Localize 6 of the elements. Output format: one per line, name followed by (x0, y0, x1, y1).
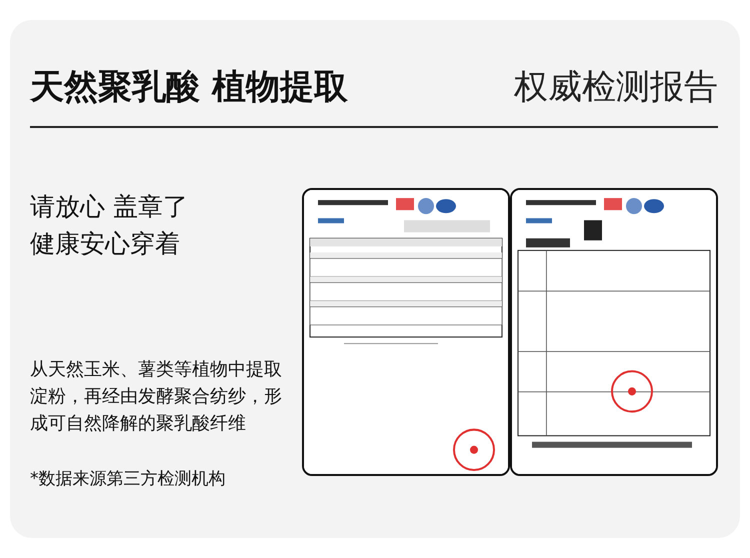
page-subtitle: 权威检测报告 (514, 66, 718, 109)
description: 从天然玉米、薯类等植物中提取淀粉，再经由发酵聚合纺纱，形成可自然降解的聚乳酸纤维 (30, 358, 283, 436)
page-title: 天然聚乳酸 植物提取 (30, 66, 348, 109)
footnote: *数据来源第三方检测机构 (30, 468, 226, 490)
headline: 健康安心穿着 (30, 228, 181, 260)
headline: 请放心 盖章了 (30, 191, 189, 223)
